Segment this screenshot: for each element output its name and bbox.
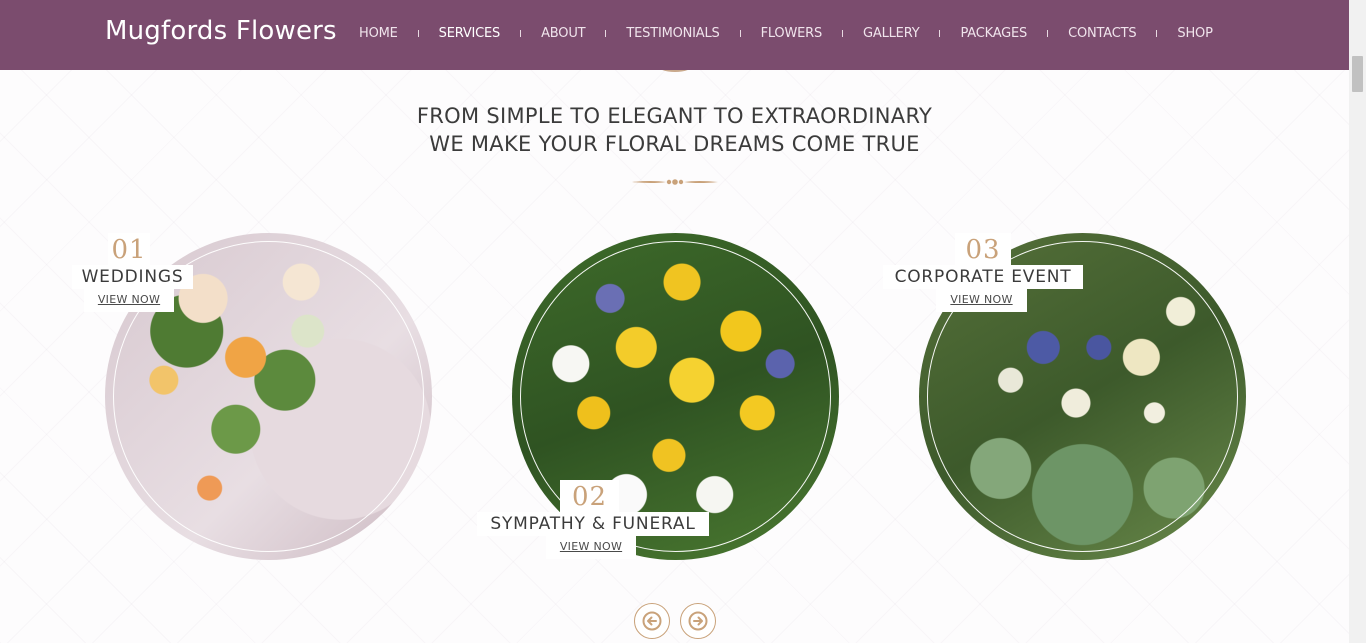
nav-separator [739,30,741,37]
nav-separator [842,30,844,37]
view-now-link[interactable]: VIEW NOW [84,288,174,312]
nav-flowers[interactable]: FLOWERS [761,26,823,41]
service-number: 01 [108,233,150,265]
site-logo-text[interactable]: Mugfords Flowers [105,16,337,46]
nav-home[interactable]: HOME [359,26,398,41]
view-now-link[interactable]: VIEW NOW [546,535,636,559]
scrollbar-thumb[interactable] [1352,56,1363,92]
nav-about[interactable]: ABOUT [541,26,585,41]
top-navigation: Mugfords Flowers HOME SERVICES ABOUT TES… [0,0,1349,70]
nav-services[interactable]: SERVICES [439,26,501,41]
main-menu: HOME SERVICES ABOUT TESTIMONIALS FLOWERS… [359,26,1213,41]
nav-separator [417,30,419,37]
nav-shop[interactable]: SHOP [1177,26,1213,41]
nav-separator [939,30,941,37]
carousel-prev-button[interactable] [634,603,670,639]
arrow-right-icon [688,611,708,631]
nav-separator [520,30,522,37]
ornament-divider-icon [632,179,718,185]
view-now-link[interactable]: VIEW NOW [936,288,1027,312]
intro-heading-line-2: WE MAKE YOUR FLORAL DREAMS COME TRUE [429,132,920,156]
nav-contacts[interactable]: CONTACTS [1068,26,1137,41]
nav-testimonials[interactable]: TESTIMONIALS [626,26,719,41]
service-title-corporate-event[interactable]: CORPORATE EVENT [883,265,1083,289]
carousel-next-button[interactable] [680,603,716,639]
intro-heading-line-1: FROM SIMPLE TO ELEGANT TO EXTRAORDINARY [416,104,933,128]
nav-gallery[interactable]: GALLERY [863,26,920,41]
page-scrollbar[interactable] [1349,0,1366,643]
arrow-left-icon [642,611,662,631]
service-title-sympathy-funeral[interactable]: SYMPATHY & FUNERAL [477,512,709,536]
service-number: 03 [955,233,1011,265]
service-number: 02 [560,480,619,512]
service-title-weddings[interactable]: WEDDINGS [72,265,193,289]
nav-separator [1047,30,1049,37]
nav-separator [1156,30,1158,37]
nav-packages[interactable]: PACKAGES [960,26,1027,41]
nav-separator [605,30,607,37]
